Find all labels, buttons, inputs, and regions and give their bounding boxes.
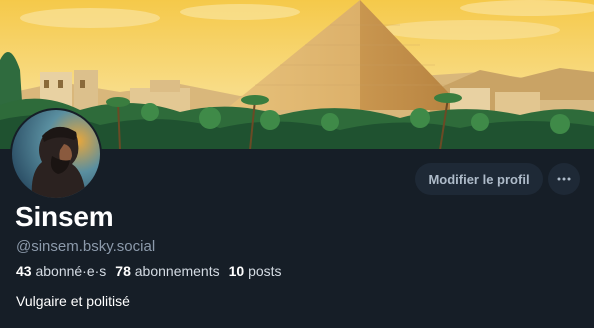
followers-count: 43 bbox=[16, 263, 32, 279]
following-count: 78 bbox=[115, 263, 131, 279]
display-name: Sinsem bbox=[15, 201, 114, 232]
ellipsis-icon bbox=[557, 177, 571, 181]
following-label: abonnements bbox=[134, 263, 220, 279]
profile-stats: 43 abonné·e·s 78 abonnements 10 posts bbox=[16, 263, 291, 279]
followers-stat[interactable]: 43 abonné·e·s bbox=[16, 263, 106, 279]
followers-label: abonné·e·s bbox=[35, 263, 107, 279]
more-options-button[interactable] bbox=[548, 163, 580, 195]
edit-profile-label: Modifier le profil bbox=[428, 171, 530, 187]
profile-bio: Vulgaire et politisé bbox=[16, 293, 130, 309]
posts-count: 10 bbox=[228, 263, 245, 279]
profile-handle: @sinsem.bsky.social bbox=[16, 238, 156, 255]
avatar-image bbox=[12, 110, 100, 198]
following-stat[interactable]: 78 abonnements bbox=[115, 263, 219, 279]
posts-label: posts bbox=[248, 263, 282, 279]
avatar[interactable] bbox=[10, 108, 102, 200]
posts-stat: 10 posts bbox=[229, 263, 282, 279]
edit-profile-button[interactable]: Modifier le profil bbox=[415, 163, 543, 195]
